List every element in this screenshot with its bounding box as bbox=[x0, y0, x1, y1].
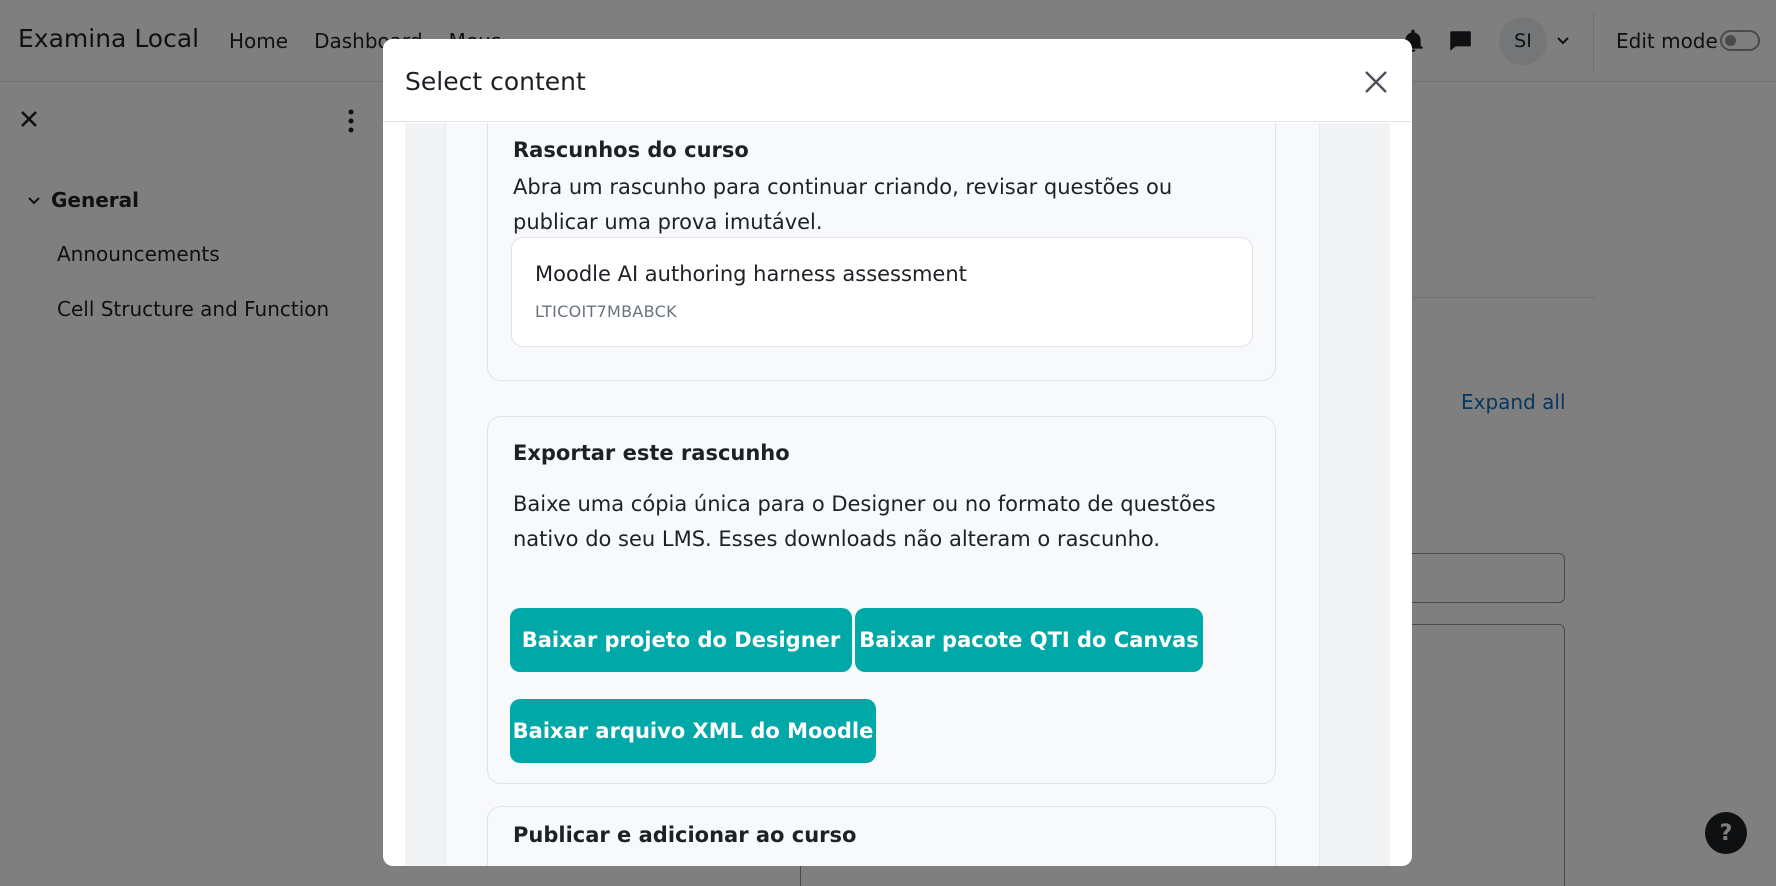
publish-card: Publicar e adicionar ao curso bbox=[487, 806, 1276, 866]
download-designer-project-button[interactable]: Baixar projeto do Designer bbox=[510, 608, 852, 672]
course-drafts-card: Rascunhos do curso Abra um rascunho para… bbox=[487, 123, 1276, 381]
card-description: Baixe uma cópia única para o Designer ou… bbox=[513, 492, 1216, 551]
export-draft-card: Exportar este rascunho Baixe uma cópia ú… bbox=[487, 416, 1276, 784]
download-moodle-xml-button[interactable]: Baixar arquivo XML do Moodle bbox=[510, 699, 876, 763]
close-icon[interactable] bbox=[1363, 69, 1389, 95]
card-description: Abra um rascunho para continuar criando,… bbox=[513, 175, 1173, 234]
card-title: Exportar este rascunho bbox=[513, 441, 790, 465]
modal-header: Select content bbox=[383, 39, 1412, 122]
draft-name: Moodle AI authoring harness assessment bbox=[535, 262, 967, 286]
modal-title: Select content bbox=[405, 67, 586, 96]
modal-body[interactable]: Rascunhos do curso Abra um rascunho para… bbox=[405, 123, 1390, 866]
draft-code: LTICOIT7MBABCK bbox=[535, 302, 677, 321]
download-canvas-qti-button[interactable]: Baixar pacote QTI do Canvas bbox=[855, 608, 1203, 672]
card-title: Rascunhos do curso bbox=[513, 138, 749, 162]
draft-item[interactable]: Moodle AI authoring harness assessment L… bbox=[511, 237, 1253, 347]
select-content-modal: Select content Rascunhos do curso Abra u… bbox=[383, 39, 1412, 866]
card-title: Publicar e adicionar ao curso bbox=[513, 823, 857, 847]
embedded-content-frame: Rascunhos do curso Abra um rascunho para… bbox=[445, 123, 1320, 866]
